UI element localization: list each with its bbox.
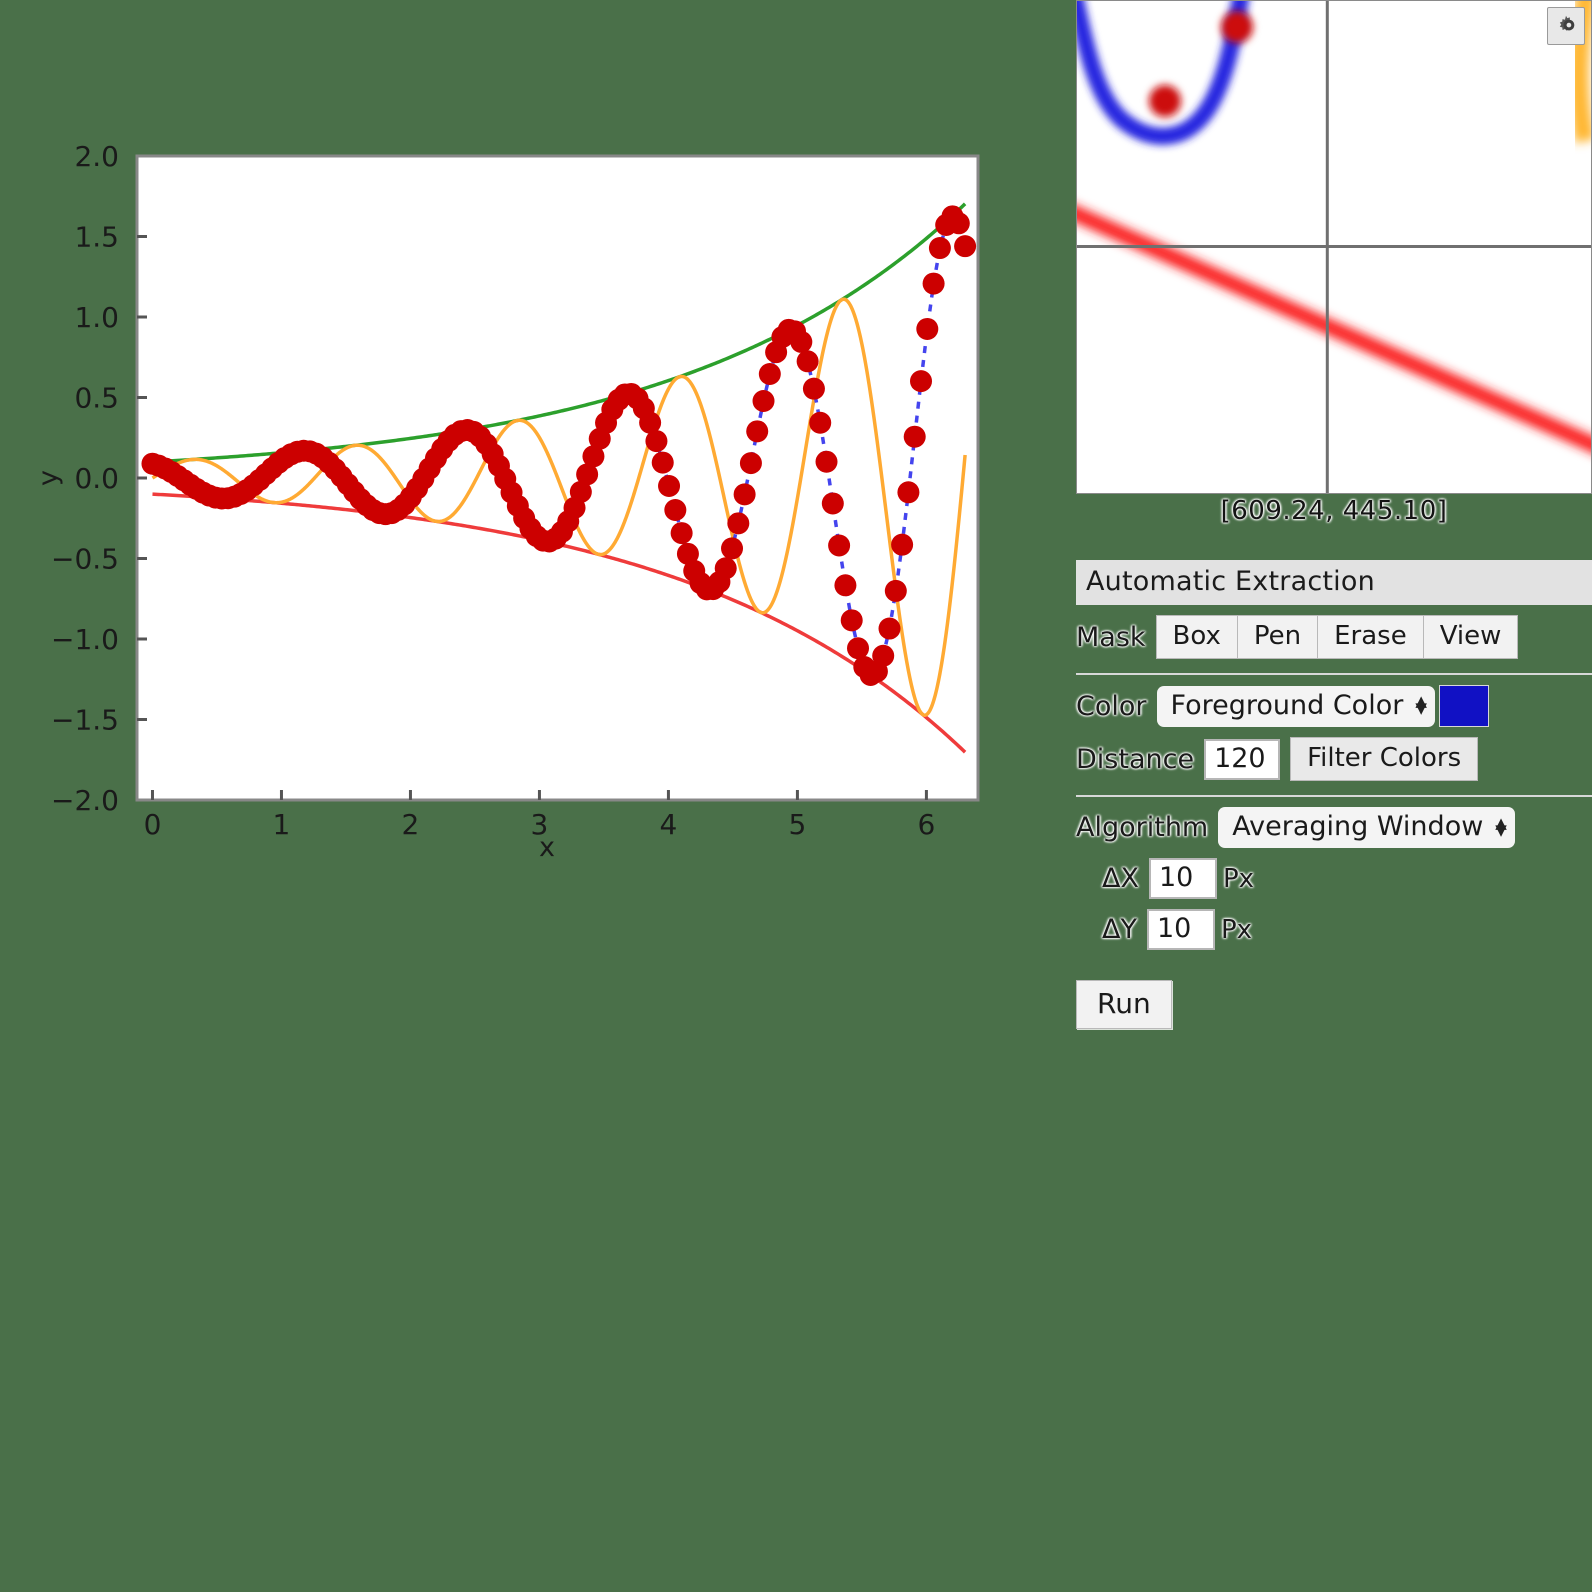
data-point-marker	[928, 237, 951, 260]
data-point-marker	[897, 481, 920, 504]
data-point-marker	[658, 475, 681, 497]
algorithm-label: Algorithm	[1076, 812, 1209, 843]
color-select[interactable]: Foreground Color ▲ ▼	[1156, 685, 1435, 727]
data-point-marker	[847, 637, 870, 660]
y-tick-label: 0.5	[74, 382, 119, 415]
data-point-marker	[790, 330, 813, 353]
data-point-marker	[664, 498, 687, 521]
data-point-marker	[878, 617, 901, 640]
mask-pen-button[interactable]: Pen	[1236, 615, 1318, 659]
data-point-marker	[758, 363, 781, 385]
data-point-marker	[739, 452, 762, 475]
filter-colors-button[interactable]: Filter Colors	[1290, 737, 1479, 781]
mask-label: Mask	[1076, 621, 1146, 653]
data-point-marker	[670, 522, 693, 545]
algorithm-select-value: Averaging Window	[1232, 811, 1484, 842]
data-point-marker	[809, 411, 832, 434]
x-tick-label: 5	[789, 808, 807, 841]
delta-x-input[interactable]	[1148, 858, 1217, 899]
data-point-marker	[721, 537, 744, 560]
algorithm-row: Algorithm Averaging Window ▲ ▼	[1076, 807, 1592, 848]
y-tick-label: −2.0	[51, 784, 119, 817]
data-point-marker	[645, 430, 668, 453]
y-tick-label: −0.5	[51, 543, 119, 576]
data-point-marker	[872, 644, 895, 667]
x-tick-label: 4	[660, 808, 678, 841]
data-point-marker	[916, 317, 939, 340]
divider-one	[1076, 673, 1592, 675]
color-label: Color	[1076, 690, 1147, 722]
y-tick-label: 1.5	[74, 221, 119, 254]
data-point-marker	[891, 533, 914, 556]
data-point-marker	[796, 350, 819, 373]
chevron-updown-icon: ▲ ▼	[1415, 692, 1427, 717]
panel-title: Automatic Extraction	[1076, 560, 1592, 605]
mask-button-group: Box Pen Erase View	[1155, 615, 1519, 659]
color-select-value: Foreground Color	[1170, 689, 1404, 721]
y-tick-label: 0.0	[74, 462, 119, 495]
mask-box-button[interactable]: Box	[1155, 615, 1237, 659]
color-swatch[interactable]	[1438, 685, 1489, 727]
algorithm-select[interactable]: Averaging Window ▲ ▼	[1218, 807, 1515, 848]
x-tick-label: 6	[917, 808, 935, 841]
data-point-marker	[834, 574, 857, 597]
x-tick-label: 1	[273, 808, 291, 841]
distance-row: Distance Filter Colors	[1076, 737, 1592, 781]
data-point-marker	[947, 212, 970, 235]
delta-y-row: ΔY Px	[1102, 909, 1592, 950]
delta-x-row: ΔX Px	[1102, 858, 1592, 899]
data-point-marker	[884, 579, 907, 602]
mask-row: Mask Box Pen Erase View	[1076, 615, 1592, 659]
chevron-updown-icon: ▲ ▼	[1495, 813, 1507, 839]
coordinate-readout: [609.24, 445.10]	[1220, 496, 1448, 526]
data-point-marker	[651, 451, 674, 474]
gear-icon	[1559, 15, 1575, 31]
delta-y-label: ΔY	[1102, 914, 1137, 945]
y-axis-label: y	[33, 470, 64, 486]
delta-y-unit: Px	[1220, 914, 1253, 945]
data-point-marker	[815, 450, 838, 473]
data-point-marker	[733, 483, 756, 506]
data-point-marker	[910, 370, 933, 393]
data-point-marker	[828, 534, 851, 557]
distance-input[interactable]	[1204, 738, 1281, 780]
data-point-marker	[840, 609, 863, 632]
run-button[interactable]: Run	[1076, 980, 1172, 1029]
delta-x-unit: Px	[1222, 863, 1255, 894]
magnifier-panel[interactable]	[1076, 0, 1592, 494]
distance-label: Distance	[1076, 743, 1195, 775]
y-tick-label: −1.5	[51, 704, 119, 737]
data-point-marker	[714, 557, 737, 580]
data-point-marker	[954, 235, 977, 258]
data-point-marker	[821, 492, 844, 515]
mask-view-button[interactable]: View	[1422, 615, 1519, 659]
plot-figure[interactable]: −2.0 −1.5 −1.0 −0.5 0.0 0.5 1.0 1.5 2.0 0123456 …	[0, 0, 1060, 900]
y-tick-label: 1.0	[74, 301, 119, 334]
data-point-marker	[922, 272, 945, 295]
data-point-marker	[727, 512, 750, 535]
mask-erase-button[interactable]: Erase	[1317, 615, 1423, 659]
divider-two	[1076, 795, 1592, 797]
y-tick-label: −1.0	[51, 623, 119, 656]
gear-icon-button[interactable]	[1547, 7, 1585, 45]
delta-y-input[interactable]	[1146, 909, 1215, 950]
color-row: Color Foreground Color ▲ ▼	[1076, 685, 1592, 727]
y-tick-label: 2.0	[74, 140, 119, 173]
plot-canvas[interactable]: −2.0−1.5−1.0−0.50.00.51.01.52.0 0123456 …	[0, 0, 1060, 900]
x-axis-label: x	[539, 832, 555, 863]
x-tick-label: 2	[402, 808, 420, 841]
data-point-marker	[802, 377, 825, 400]
automatic-extraction-panel: Automatic Extraction Mask Box Pen Erase …	[1076, 560, 1592, 1029]
data-point-marker	[752, 390, 775, 412]
data-point-marker	[903, 425, 926, 448]
x-tick-label: 0	[144, 808, 162, 841]
run-row: Run	[1076, 960, 1592, 1029]
delta-x-label: ΔX	[1102, 863, 1139, 894]
data-point-marker	[746, 420, 769, 443]
magnifier-canvas[interactable]	[1077, 1, 1591, 493]
